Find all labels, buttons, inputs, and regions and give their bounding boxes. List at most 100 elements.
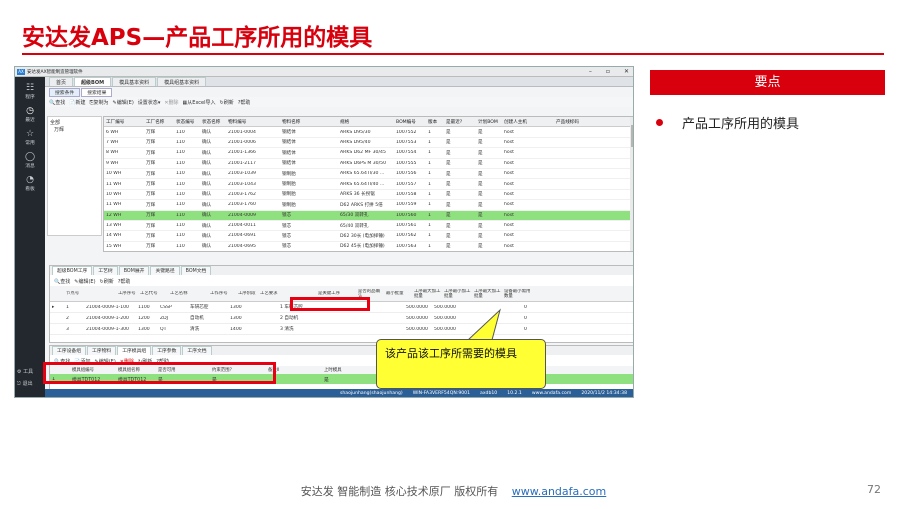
set-status-button[interactable]: 设置状态▾ <box>138 99 161 106</box>
add-button[interactable]: 📄添加 <box>74 358 90 365</box>
table-row[interactable]: 11 WH 万辉 110 确认 21003-1043 钢制胎 ARKS 65.64TI/40… <box>104 179 633 190</box>
tab-process-tree[interactable]: 工艺树 <box>93 266 118 275</box>
column-header[interactable]: 工序最大加工批量 <box>412 289 442 299</box>
column-header[interactable]: 状态编号 <box>174 119 200 125</box>
scrollbar-thumb[interactable] <box>631 125 633 147</box>
table-row[interactable]: 10 WH 万辉 110 确认 21003-1762 钢制胎 ARKS 36 长拐锯 1007… <box>104 190 633 201</box>
column-header[interactable]: 是否可用 <box>156 367 210 373</box>
grid-scrollbar[interactable] <box>630 117 633 251</box>
help-button[interactable]: ?帮助 <box>238 99 251 106</box>
column-header[interactable]: 计划BOM <box>476 119 502 125</box>
sidebar-item-exit[interactable]: ⎋ 退出 <box>17 380 33 387</box>
column-header[interactable]: 工艺代号 <box>138 291 168 296</box>
maximize-button[interactable]: ▫ <box>606 68 610 75</box>
table-row[interactable]: 13 WH 万辉 110 确认 21004-0011 锁芯 65/40 双转孔 1007561… <box>104 221 633 232</box>
edit-button[interactable]: ✎编辑(E) <box>74 278 95 285</box>
table-row[interactable]: 10 WH 万辉 110 确认 21003-1039 钢制胎 ARKS 65.64TI/30… <box>104 169 633 180</box>
mold-row[interactable]: 1 模具TDT012 模具TDT012 是 是 是 <box>50 374 633 384</box>
column-header[interactable]: 物料名称 <box>280 119 338 125</box>
close-button[interactable]: ✕ <box>624 68 629 75</box>
tab-bom-docs[interactable]: BOM文档 <box>180 266 212 275</box>
tab-process-params[interactable]: 工序参数 <box>152 346 182 355</box>
table-row[interactable]: 9 WH 万辉 110 确认 21001-2117 钢结体 ARKS D6PS M 30/5… <box>104 159 633 169</box>
table-row[interactable]: 15 WH 万辉 110 确认 21004-0695 锁芯 D62 45长 (电加择锤) 10… <box>104 242 633 251</box>
tab-super-bom-process[interactable]: 超级BOM工序 <box>52 266 93 275</box>
table-row[interactable]: 8 WH 万辉 110 确认 21001-1366 钢结体 ARKS D62 MF 30/4… <box>104 148 633 159</box>
column-header[interactable]: 状态名称 <box>200 119 226 125</box>
column-header[interactable]: 工序序号 <box>116 291 138 296</box>
column-header[interactable]: 工序最小加工批量 <box>442 289 472 299</box>
new-button[interactable]: 📄新建 <box>69 99 85 106</box>
column-header[interactable]: 工艺名称 <box>168 291 208 296</box>
find-button[interactable]: 🔍查找 <box>49 99 65 106</box>
tab-search-results[interactable]: 搜索结果 <box>81 88 113 97</box>
find-button[interactable]: 🔍查找 <box>54 358 70 365</box>
column-header[interactable]: 工厂编号 <box>104 119 144 125</box>
column-header[interactable]: 工厂名称 <box>144 119 174 125</box>
tab-process-docs[interactable]: 工序文档 <box>182 346 212 355</box>
tab-mold-basic[interactable]: 模具基本资料 <box>112 77 157 86</box>
tab-equipment-group[interactable]: 工序设备组 <box>52 346 86 355</box>
sidebar-item-messages[interactable]: ◯ 消息 <box>15 152 45 169</box>
minimize-button[interactable]: – <box>589 68 592 75</box>
process-row[interactable]: ▸ 1 21004-0009-1-100 1100 CSSP 车研芯腔 1300 1 车研芯腔… <box>50 302 633 313</box>
edit-button[interactable]: ✎编辑(E) <box>113 99 134 106</box>
refresh-button[interactable]: ↻刷新 <box>138 358 152 365</box>
copy-button[interactable]: ⎘复制为 <box>90 99 109 106</box>
column-header[interactable]: 是关键工序 <box>316 291 356 296</box>
column-header[interactable]: 模具组名称 <box>116 367 156 373</box>
column-header[interactable]: 设备最小需用数量 <box>502 289 532 299</box>
column-header[interactable]: 约束范围？ <box>210 367 266 373</box>
edit-button[interactable]: ✎编辑(E) <box>95 358 116 365</box>
help-button[interactable]: ?帮助 <box>118 278 131 285</box>
process-row[interactable]: 2 21004-0009-1-200 1200 ZDJ 自动机 1300 2 自动机 500.… <box>50 313 633 324</box>
sidebar-item-tools[interactable]: ⚙ 工具 <box>17 368 33 375</box>
column-header[interactable]: 备注II <box>266 367 322 373</box>
tab-home[interactable]: 首页 <box>49 77 74 86</box>
status-user: shaojunhang(shaojunhang) <box>339 390 403 396</box>
tab-search-conditions[interactable]: 搜索条件 <box>49 88 81 97</box>
sidebar-item-dashboard[interactable]: ◔ 看板 <box>15 175 45 192</box>
tree-node-all[interactable]: 全部 <box>50 119 99 126</box>
table-row[interactable]: 6 WH 万辉 110 确认 21001-0004 钢结体 ARKS D95/30 10075… <box>104 127 633 138</box>
import-excel-button[interactable]: ▦从Excel导入 <box>183 99 216 106</box>
column-header[interactable]: 产品线标码 <box>554 119 594 125</box>
delete-button[interactable]: ✕删除 <box>120 358 134 365</box>
column-header[interactable]: 上时模具 <box>322 367 362 373</box>
table-row[interactable]: 14 WH 万辉 110 确认 21004-0691 锁芯 D62 30长 (电加择锤) 10… <box>104 231 633 242</box>
tree-node-wanhui[interactable]: 万辉 <box>50 126 99 133</box>
sidebar-item-recent[interactable]: ◷ 最近 <box>15 106 45 123</box>
column-header[interactable]: 物料编号 <box>226 119 280 125</box>
refresh-button[interactable]: ↻刷新 <box>220 99 234 106</box>
find-button[interactable]: 🔍查找 <box>54 278 70 285</box>
column-header[interactable]: 版本 <box>426 119 444 125</box>
process-row[interactable]: 3 21004-0009-1-300 1300 QT 清洗 1400 3 清洗 500.000… <box>50 324 633 335</box>
delete-button[interactable]: ✕删除 <box>164 99 178 106</box>
table-row[interactable]: 11 WH 万辉 110 确认 21003-1760 钢制胎 D62 ARKS 打拼 5倍 1… <box>104 200 633 211</box>
tab-mold-group-basic[interactable]: 模具组基本资料 <box>157 77 207 86</box>
column-header[interactable]: 工序最大加工批量 <box>472 289 502 299</box>
column-header[interactable]: 模具组编号 <box>70 367 116 373</box>
tab-bom-expand[interactable]: BOM展开 <box>118 266 150 275</box>
sidebar-item-programs[interactable]: ☷ 程序 <box>15 83 45 100</box>
column-header[interactable]: 工艺要求 <box>258 291 316 296</box>
column-header[interactable]: 工序阶段 <box>236 291 258 296</box>
table-row[interactable]: 7 WH 万辉 110 确认 21001-0006 钢结体 ARKS D95/40 10075… <box>104 138 633 149</box>
column-header[interactable]: 最小批量 <box>384 291 412 296</box>
sidebar-item-favorites[interactable]: ☆ 常用 <box>15 129 45 146</box>
refresh-button[interactable]: ↻刷新 <box>100 278 114 285</box>
column-header[interactable]: 节点号 <box>64 291 116 296</box>
column-header[interactable]: BOM编号 <box>394 119 426 125</box>
column-header[interactable]: 是最近? <box>444 119 476 125</box>
column-header[interactable]: 创建人主机 <box>502 119 554 125</box>
tab-process-material[interactable]: 工序物料 <box>87 346 117 355</box>
column-header[interactable]: 工作序号 <box>208 291 236 296</box>
table-row[interactable]: 12 WH 万辉 110 确认 21004-0009 锁芯 65/30 双转孔 1007560… <box>104 210 633 221</box>
column-header[interactable]: 规格 <box>338 119 394 125</box>
footer-link[interactable]: www.andafa.com <box>512 485 607 498</box>
tab-critical-path[interactable]: 关键路径 <box>150 266 180 275</box>
tab-process-mold-group[interactable]: 工序模具组 <box>117 346 152 355</box>
column-header[interactable]: 是否的品确认 <box>356 289 384 299</box>
help-button[interactable]: ?帮助 <box>156 358 169 365</box>
tab-super-bom[interactable]: 超级BOM <box>74 77 112 86</box>
